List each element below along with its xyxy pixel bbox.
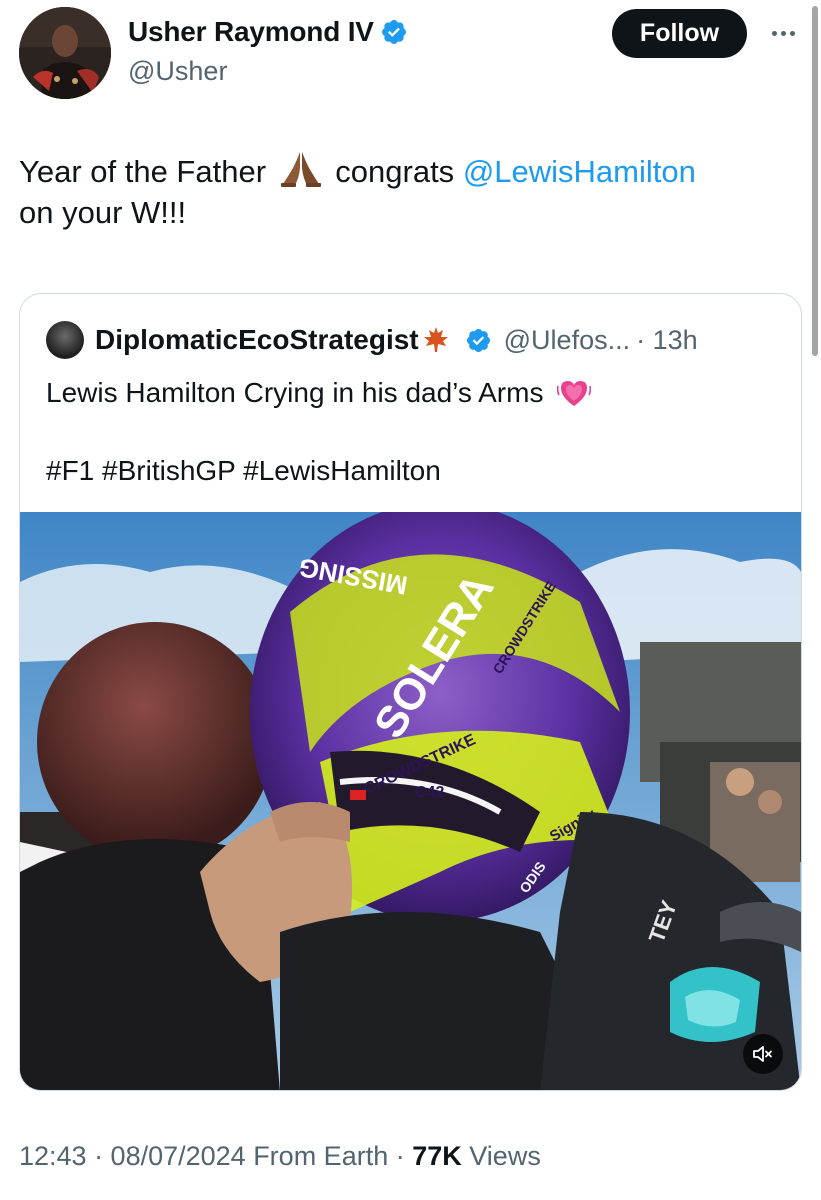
follow-button[interactable]: Follow (612, 9, 747, 58)
speaker-mute-icon (753, 1046, 772, 1062)
growing-heart-emoji (557, 381, 592, 406)
video-frame-image: MISSING SOLERA CROWDSTRIKE CROWDSTRIKE C… (20, 512, 801, 1090)
quoted-author-display-name[interactable]: DiplomaticEcoStrategist (95, 324, 419, 356)
volume-muted-icon[interactable] (743, 1034, 783, 1074)
author-display-name[interactable]: Usher Raymond IV (128, 16, 374, 48)
quoted-tweet-text-body: Lewis Hamilton Crying in his dad’s Arms (46, 377, 544, 408)
verified-badge-icon (381, 20, 406, 44)
scrollbar[interactable] (812, 6, 818, 356)
author-avatar-image (19, 7, 111, 99)
author-handle[interactable]: @Usher (128, 56, 408, 87)
views-label: Views (469, 1141, 541, 1171)
tweet-timestamp[interactable]: 12:43 · 08/07/2024 From Earth · (19, 1141, 405, 1171)
quoted-tweet-header: DiplomaticEcoStrategist @Ulefos... · 13h (46, 321, 698, 359)
helmet-text-c42: C42 (415, 784, 444, 801)
maple-leaf-emoji (423, 327, 448, 352)
author-info: Usher Raymond IV @Usher (128, 16, 408, 87)
quoted-tweet-card[interactable]: DiplomaticEcoStrategist @Ulefos... · 13h… (19, 293, 802, 1091)
quoted-author-avatar[interactable] (46, 321, 84, 359)
quoted-tweet-hashtags[interactable]: #F1 #BritishGP #LewisHamilton (46, 455, 441, 487)
quoted-author-handle[interactable]: @Ulefos... (504, 325, 630, 356)
mention-link[interactable]: @LewisHamilton (463, 154, 696, 189)
tweet-meta: 12:43 · 08/07/2024 From Earth · 77K View… (19, 1141, 541, 1172)
tweet-text-part3: on your W!!! (19, 195, 187, 230)
author-avatar[interactable] (19, 7, 111, 99)
tweet-text: Year of the Father congrats @LewisHamilt… (19, 150, 809, 233)
verified-badge-icon (466, 328, 490, 352)
quoted-tweet-text: Lewis Hamilton Crying in his dad’s Arms (46, 372, 786, 413)
tweet-text-part2: congrats (335, 154, 455, 189)
views-count: 77K (412, 1141, 462, 1171)
folded-hands-emoji (280, 152, 321, 187)
quoted-tweet-video[interactable]: MISSING SOLERA CROWDSTRIKE CROWDSTRIKE C… (20, 512, 801, 1090)
tweet-text-part1: Year of the Father (19, 154, 267, 189)
tweet-header: Usher Raymond IV @Usher Follow (0, 0, 821, 110)
quoted-tweet-time[interactable]: · 13h (636, 325, 698, 356)
more-options-icon[interactable] (766, 23, 800, 43)
